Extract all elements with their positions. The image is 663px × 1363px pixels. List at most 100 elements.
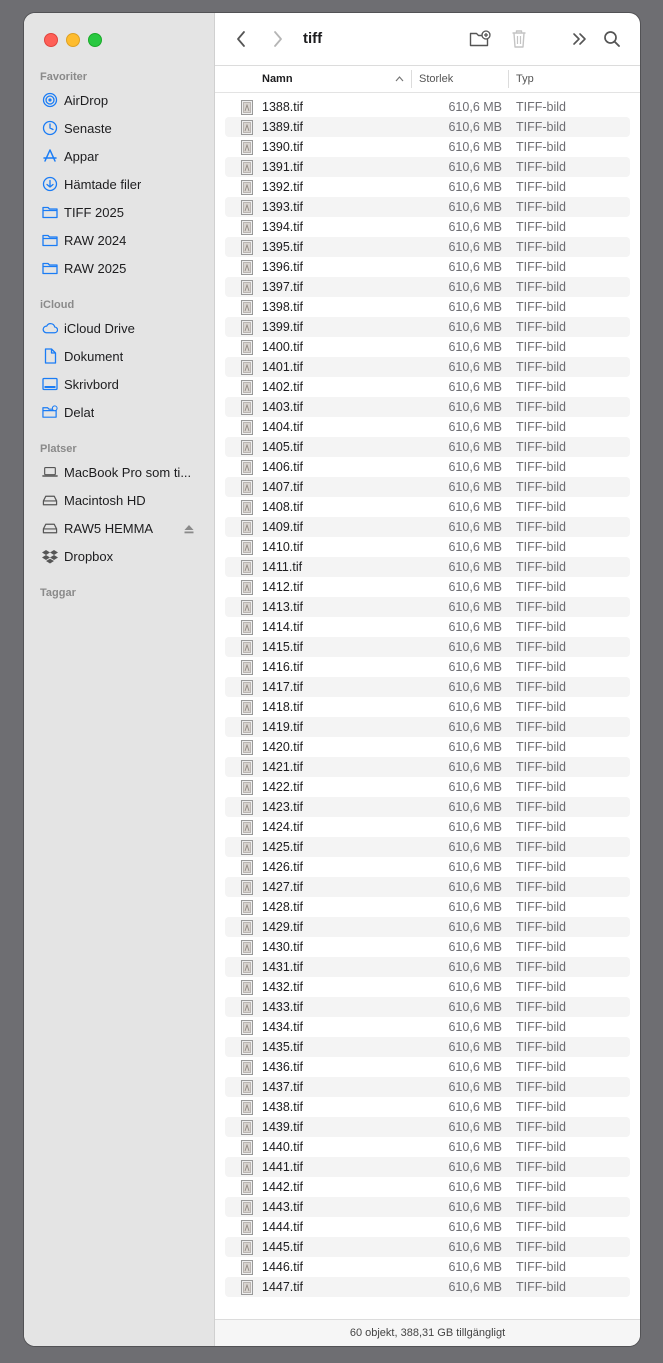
file-row[interactable]: 1437.tif 610,6 MB TIFF-bild — [225, 1077, 630, 1097]
file-row[interactable]: 1393.tif 610,6 MB TIFF-bild — [225, 197, 630, 217]
sidebar-item-skrivbord[interactable]: Skrivbord — [24, 370, 214, 398]
file-row[interactable]: 1402.tif 610,6 MB TIFF-bild — [225, 377, 630, 397]
sidebar-item-raw5-hemma[interactable]: RAW5 HEMMA — [24, 514, 214, 542]
forward-button[interactable] — [267, 28, 289, 50]
sidebar-item-dropbox[interactable]: Dropbox — [24, 542, 214, 570]
file-row[interactable]: 1416.tif 610,6 MB TIFF-bild — [225, 657, 630, 677]
file-row[interactable]: 1397.tif 610,6 MB TIFF-bild — [225, 277, 630, 297]
file-row[interactable]: 1391.tif 610,6 MB TIFF-bild — [225, 157, 630, 177]
file-row[interactable]: 1408.tif 610,6 MB TIFF-bild — [225, 497, 630, 517]
file-row[interactable]: 1401.tif 610,6 MB TIFF-bild — [225, 357, 630, 377]
file-row[interactable]: 1403.tif 610,6 MB TIFF-bild — [225, 397, 630, 417]
file-row[interactable]: 1434.tif 610,6 MB TIFF-bild — [225, 1017, 630, 1037]
file-row[interactable]: 1414.tif 610,6 MB TIFF-bild — [225, 617, 630, 637]
file-row[interactable]: 1430.tif 610,6 MB TIFF-bild — [225, 937, 630, 957]
sidebar-item-label: Dokument — [64, 348, 124, 364]
file-row[interactable]: 1392.tif 610,6 MB TIFF-bild — [225, 177, 630, 197]
sidebar-item-raw-2025[interactable]: RAW 2025 — [24, 254, 214, 282]
search-button[interactable] — [601, 28, 623, 50]
column-separator[interactable] — [508, 70, 509, 88]
sidebar-item-macintosh-hd[interactable]: Macintosh HD — [24, 486, 214, 514]
file-row[interactable]: 1424.tif 610,6 MB TIFF-bild — [225, 817, 630, 837]
file-row[interactable]: 1421.tif 610,6 MB TIFF-bild — [225, 757, 630, 777]
column-size-header[interactable]: Storlek — [419, 66, 453, 92]
file-row[interactable]: 1429.tif 610,6 MB TIFF-bild — [225, 917, 630, 937]
sidebar-section-title[interactable]: Taggar — [24, 585, 214, 601]
zoom-button[interactable] — [88, 33, 102, 47]
file-row[interactable]: 1388.tif 610,6 MB TIFF-bild — [225, 97, 630, 117]
file-row[interactable]: 1433.tif 610,6 MB TIFF-bild — [225, 997, 630, 1017]
delete-button[interactable] — [508, 28, 530, 50]
file-row[interactable]: 1444.tif 610,6 MB TIFF-bild — [225, 1217, 630, 1237]
file-row[interactable]: 1396.tif 610,6 MB TIFF-bild — [225, 257, 630, 277]
file-row[interactable]: 1442.tif 610,6 MB TIFF-bild — [225, 1177, 630, 1197]
file-row[interactable]: 1415.tif 610,6 MB TIFF-bild — [225, 637, 630, 657]
file-row[interactable]: 1404.tif 610,6 MB TIFF-bild — [225, 417, 630, 437]
file-type: TIFF-bild — [516, 180, 566, 194]
sidebar-item-icloud-drive[interactable]: iCloud Drive — [24, 314, 214, 342]
sidebar-item-hämtade-filer[interactable]: Hämtade filer — [24, 170, 214, 198]
file-row[interactable]: 1447.tif 610,6 MB TIFF-bild — [225, 1277, 630, 1297]
back-button[interactable] — [230, 28, 252, 50]
new-folder-button[interactable] — [469, 28, 491, 50]
sidebar-item-dokument[interactable]: Dokument — [24, 342, 214, 370]
sidebar-item-senaste[interactable]: Senaste — [24, 114, 214, 142]
tiff-file-icon — [241, 860, 253, 875]
file-row[interactable]: 1410.tif 610,6 MB TIFF-bild — [225, 537, 630, 557]
sidebar-item-macbook-pro-som-ti[interactable]: MacBook Pro som ti... — [24, 458, 214, 486]
file-row[interactable]: 1422.tif 610,6 MB TIFF-bild — [225, 777, 630, 797]
file-row[interactable]: 1412.tif 610,6 MB TIFF-bild — [225, 577, 630, 597]
file-row[interactable]: 1398.tif 610,6 MB TIFF-bild — [225, 297, 630, 317]
sidebar-item-airdrop[interactable]: AirDrop — [24, 86, 214, 114]
column-type-header[interactable]: Typ — [516, 66, 534, 92]
file-row[interactable]: 1417.tif 610,6 MB TIFF-bild — [225, 677, 630, 697]
file-row[interactable]: 1389.tif 610,6 MB TIFF-bild — [225, 117, 630, 137]
sidebar-section-title[interactable]: iCloud — [24, 297, 214, 313]
file-row[interactable]: 1425.tif 610,6 MB TIFF-bild — [225, 837, 630, 857]
eject-icon[interactable] — [184, 522, 194, 534]
sidebar-item-delat[interactable]: Delat — [24, 398, 214, 426]
file-row[interactable]: 1409.tif 610,6 MB TIFF-bild — [225, 517, 630, 537]
file-row[interactable]: 1406.tif 610,6 MB TIFF-bild — [225, 457, 630, 477]
dropbox-icon — [42, 548, 58, 564]
sidebar-item-raw-2024[interactable]: RAW 2024 — [24, 226, 214, 254]
file-type: TIFF-bild — [516, 540, 566, 554]
file-row[interactable]: 1407.tif 610,6 MB TIFF-bild — [225, 477, 630, 497]
minimize-button[interactable] — [66, 33, 80, 47]
column-name-header[interactable]: Namn — [262, 66, 293, 92]
sidebar-section-title[interactable]: Favoriter — [24, 69, 214, 85]
file-size: 610,6 MB — [448, 320, 502, 334]
file-row[interactable]: 1426.tif 610,6 MB TIFF-bild — [225, 857, 630, 877]
file-row[interactable]: 1440.tif 610,6 MB TIFF-bild — [225, 1137, 630, 1157]
file-row[interactable]: 1432.tif 610,6 MB TIFF-bild — [225, 977, 630, 997]
sidebar-item-appar[interactable]: Appar — [24, 142, 214, 170]
file-row[interactable]: 1446.tif 610,6 MB TIFF-bild — [225, 1257, 630, 1277]
file-row[interactable]: 1395.tif 610,6 MB TIFF-bild — [225, 237, 630, 257]
file-row[interactable]: 1441.tif 610,6 MB TIFF-bild — [225, 1157, 630, 1177]
file-row[interactable]: 1436.tif 610,6 MB TIFF-bild — [225, 1057, 630, 1077]
more-toolbar-button[interactable] — [569, 28, 591, 50]
file-row[interactable]: 1400.tif 610,6 MB TIFF-bild — [225, 337, 630, 357]
sidebar-item-tiff-2025[interactable]: TIFF 2025 — [24, 198, 214, 226]
file-row[interactable]: 1431.tif 610,6 MB TIFF-bild — [225, 957, 630, 977]
sidebar-section-title[interactable]: Platser — [24, 441, 214, 457]
file-row[interactable]: 1443.tif 610,6 MB TIFF-bild — [225, 1197, 630, 1217]
file-row[interactable]: 1427.tif 610,6 MB TIFF-bild — [225, 877, 630, 897]
file-row[interactable]: 1405.tif 610,6 MB TIFF-bild — [225, 437, 630, 457]
file-row[interactable]: 1445.tif 610,6 MB TIFF-bild — [225, 1237, 630, 1257]
file-row[interactable]: 1390.tif 610,6 MB TIFF-bild — [225, 137, 630, 157]
file-row[interactable]: 1439.tif 610,6 MB TIFF-bild — [225, 1117, 630, 1137]
file-row[interactable]: 1423.tif 610,6 MB TIFF-bild — [225, 797, 630, 817]
file-row[interactable]: 1394.tif 610,6 MB TIFF-bild — [225, 217, 630, 237]
file-row[interactable]: 1438.tif 610,6 MB TIFF-bild — [225, 1097, 630, 1117]
file-row[interactable]: 1418.tif 610,6 MB TIFF-bild — [225, 697, 630, 717]
close-button[interactable] — [44, 33, 58, 47]
file-row[interactable]: 1428.tif 610,6 MB TIFF-bild — [225, 897, 630, 917]
file-row[interactable]: 1399.tif 610,6 MB TIFF-bild — [225, 317, 630, 337]
file-row[interactable]: 1413.tif 610,6 MB TIFF-bild — [225, 597, 630, 617]
file-row[interactable]: 1419.tif 610,6 MB TIFF-bild — [225, 717, 630, 737]
file-row[interactable]: 1435.tif 610,6 MB TIFF-bild — [225, 1037, 630, 1057]
file-row[interactable]: 1420.tif 610,6 MB TIFF-bild — [225, 737, 630, 757]
column-separator[interactable] — [411, 70, 412, 88]
file-row[interactable]: 1411.tif 610,6 MB TIFF-bild — [225, 557, 630, 577]
